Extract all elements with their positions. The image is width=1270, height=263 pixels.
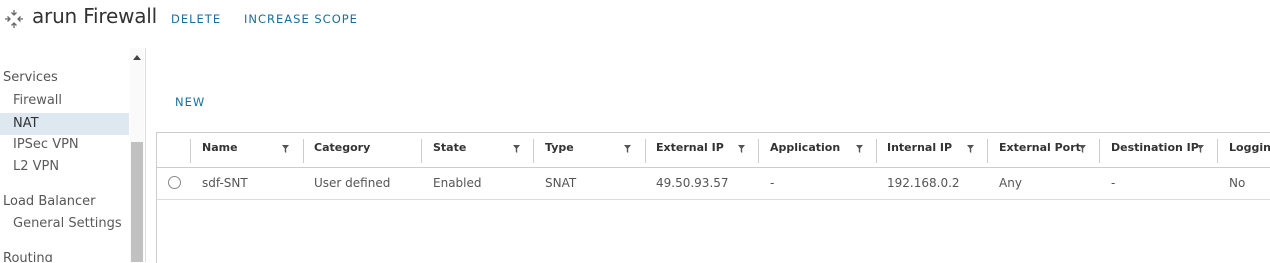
- grid-header: Name Category State Type External IP App…: [157, 133, 1270, 168]
- filter-icon[interactable]: [967, 145, 974, 153]
- nsx-edge-icon: [5, 10, 23, 28]
- scrollbar-thumb[interactable]: [131, 142, 143, 262]
- page-title: arun Firewall: [32, 4, 158, 28]
- sidebar-divider: [145, 48, 146, 262]
- sidebar-nav: Services Firewall NAT IPSec VPN L2 VPN L…: [0, 48, 146, 262]
- cell-state: Enabled: [433, 176, 482, 190]
- column-divider: [645, 139, 646, 163]
- column-divider: [190, 139, 191, 163]
- filter-icon[interactable]: [856, 145, 863, 153]
- cell-name: sdf-SNT: [202, 176, 248, 190]
- sidebar-item-l2-vpn[interactable]: L2 VPN: [0, 156, 129, 178]
- column-divider: [1217, 139, 1218, 163]
- column-header-application[interactable]: Application: [770, 133, 840, 167]
- sidebar-item-general-settings[interactable]: General Settings: [0, 213, 129, 235]
- cell-application: -: [770, 176, 775, 190]
- cell-external-port: Any: [999, 176, 1022, 190]
- column-divider: [876, 139, 877, 163]
- column-header-category[interactable]: Category: [314, 133, 370, 167]
- column-header-name[interactable]: Name: [202, 133, 238, 167]
- filter-icon[interactable]: [738, 145, 745, 153]
- column-divider: [758, 139, 759, 163]
- filter-icon[interactable]: [624, 145, 631, 153]
- table-row[interactable]: sdf-SNT User defined Enabled SNAT 49.50.…: [157, 168, 1270, 200]
- increase-scope-button[interactable]: INCREASE SCOPE: [244, 12, 358, 26]
- sidebar-item-nat[interactable]: NAT: [0, 113, 129, 135]
- column-divider: [987, 139, 988, 163]
- column-divider: [1099, 139, 1100, 163]
- cell-type: SNAT: [545, 176, 577, 190]
- sidebar-section-routing: Routing: [3, 251, 53, 262]
- sidebar-item-ipsec-vpn[interactable]: IPSec VPN: [0, 134, 129, 156]
- nat-rules-grid: Name Category State Type External IP App…: [156, 132, 1270, 263]
- filter-icon[interactable]: [1197, 145, 1204, 153]
- column-divider: [533, 139, 534, 163]
- filter-icon[interactable]: [282, 145, 289, 153]
- column-header-external-ip[interactable]: External IP: [656, 133, 724, 167]
- filter-icon[interactable]: [1079, 145, 1086, 153]
- new-rule-button[interactable]: NEW: [175, 95, 205, 109]
- column-header-type[interactable]: Type: [545, 133, 574, 167]
- sidebar-item-firewall[interactable]: Firewall: [0, 90, 129, 112]
- cell-logging: No: [1229, 176, 1246, 190]
- column-header-internal-ip[interactable]: Internal IP: [887, 133, 952, 167]
- row-select-radio[interactable]: [168, 176, 181, 189]
- column-divider: [421, 139, 422, 163]
- cell-internal-ip: 192.168.0.2: [887, 176, 960, 190]
- cell-destination-ip: -: [1111, 176, 1116, 190]
- column-header-external-port[interactable]: External Port: [999, 133, 1081, 167]
- delete-button[interactable]: DELETE: [171, 12, 221, 26]
- filter-icon[interactable]: [513, 145, 520, 153]
- column-header-destination-ip[interactable]: Destination IP: [1111, 133, 1199, 167]
- column-divider: [303, 139, 304, 163]
- sidebar-section-services: Services: [3, 70, 58, 85]
- page-header: arun Firewall DELETE INCREASE SCOPE: [0, 0, 1270, 40]
- sidebar-scrollbar[interactable]: [130, 48, 144, 262]
- column-header-state[interactable]: State: [433, 133, 466, 167]
- cell-category: User defined: [314, 176, 391, 190]
- cell-external-ip: 49.50.93.57: [656, 176, 729, 190]
- scroll-up-arrow-icon[interactable]: [133, 55, 141, 60]
- sidebar-section-load-balancer: Load Balancer: [3, 194, 96, 209]
- column-header-logging[interactable]: Logging: [1229, 133, 1270, 167]
